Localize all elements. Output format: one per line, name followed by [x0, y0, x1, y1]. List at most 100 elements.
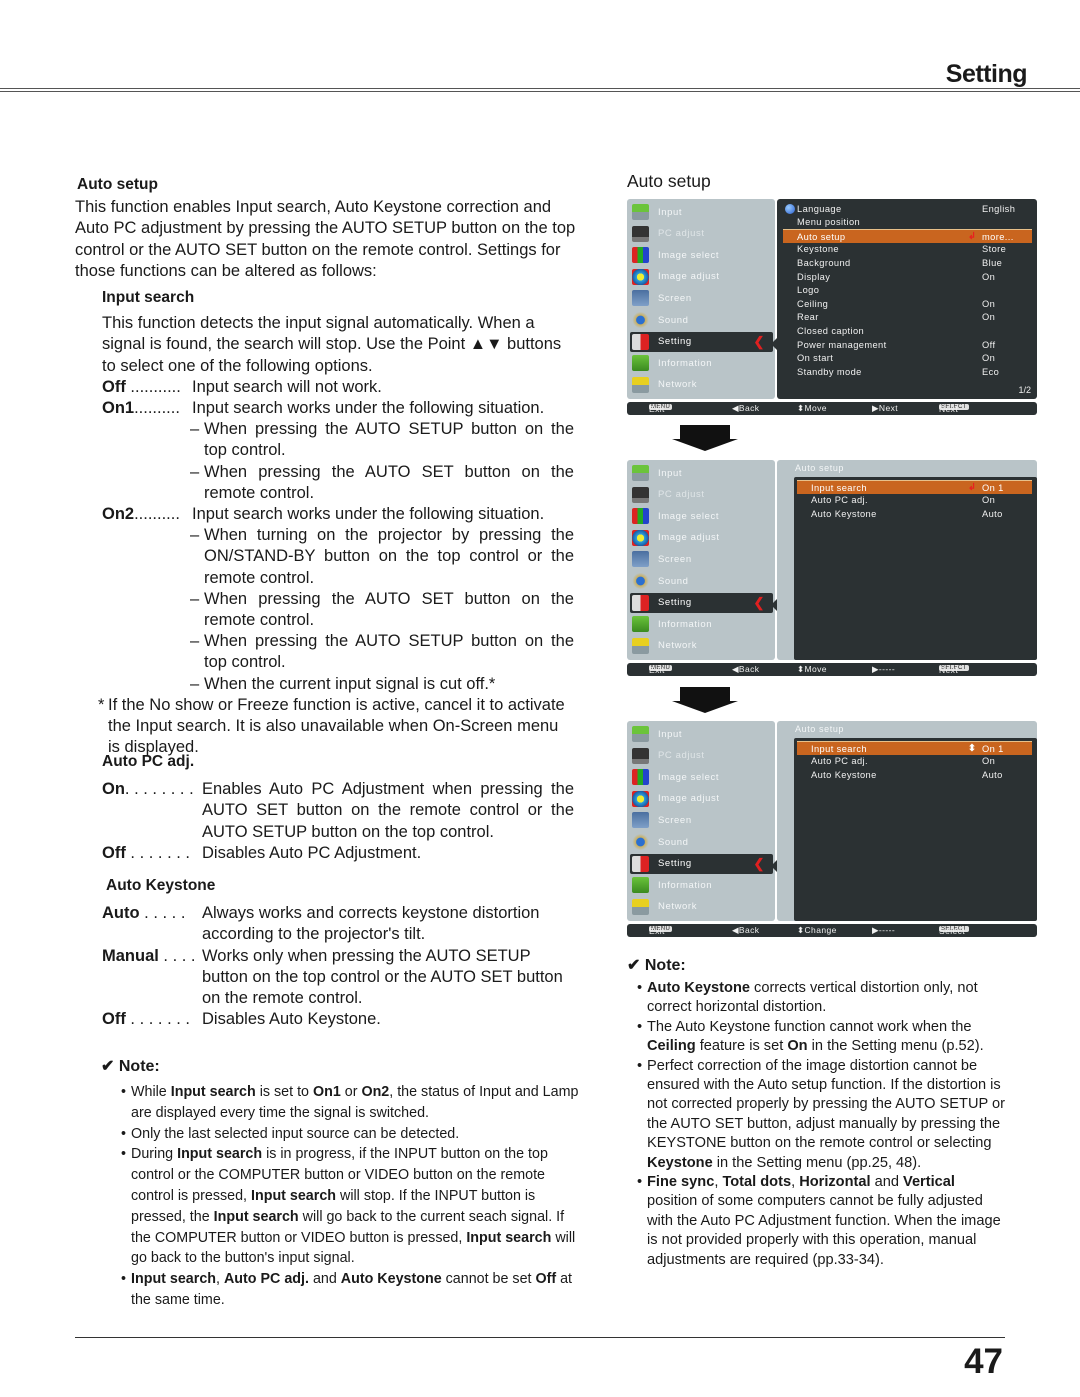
setting-label: Standby mode — [797, 366, 862, 377]
osd-menu-image-select[interactable]: Image select — [630, 767, 773, 787]
setting-row[interactable]: Closed caption — [783, 324, 1032, 337]
setting-row[interactable]: Language English — [783, 202, 1032, 215]
osd-menu-sound[interactable]: Sound — [630, 832, 773, 852]
back-hint[interactable]: ◀Back — [732, 403, 759, 414]
osd-menu-pc-adjust[interactable]: PC adjust — [630, 746, 773, 766]
text-run: and — [870, 1174, 904, 1191]
setting-row[interactable]: Rear On — [783, 311, 1032, 324]
auto-setup-value: Auto — [982, 769, 1003, 780]
check-icon: ✔ — [101, 1058, 115, 1075]
osd-menu-input[interactable]: Input — [630, 463, 773, 483]
dash-mark: – — [190, 462, 200, 481]
submenu-title: Auto setup — [795, 463, 845, 473]
osd-menu-pc-adjust[interactable]: PC adjust — [630, 224, 773, 244]
osd-menu-image-adjust[interactable]: Image adjust — [630, 528, 773, 548]
information-icon — [632, 355, 649, 372]
osd-menu-network[interactable]: Network — [630, 636, 773, 656]
next-hint[interactable]: ▶Next — [872, 403, 898, 414]
auto-setup-row[interactable]: Input search ⬍ On 1 — [797, 741, 1032, 755]
exit-label: Exit — [649, 926, 665, 936]
setting-row[interactable]: Auto setup ↲ more... — [783, 229, 1032, 244]
osd-menu-network[interactable]: Network — [630, 897, 773, 917]
image-select-icon — [632, 247, 649, 264]
setting-row[interactable]: Background Blue — [783, 256, 1032, 269]
option-row: On. . . . . . . . Enables Auto PC Adjustm… — [102, 779, 574, 843]
information-icon — [632, 616, 649, 633]
auto-pc-adj-options: On. . . . . . . . Enables Auto PC Adjustm… — [102, 779, 574, 864]
text-run: , — [791, 1174, 800, 1191]
setting-row[interactable]: Logo — [783, 284, 1032, 297]
auto-setup-label: Auto PC adj. — [811, 756, 868, 767]
auto-setup-row[interactable]: Input search ↲ On 1 — [797, 480, 1032, 494]
osd-menu-setting[interactable]: Setting ❮ — [630, 592, 773, 613]
text-run: in the Setting menu (p.52). — [807, 1038, 984, 1055]
setting-label: Rear — [797, 312, 819, 323]
setting-row[interactable]: On start On — [783, 352, 1032, 365]
bold-term: Input search — [466, 1229, 552, 1246]
option-row: Auto . . . . . Always works and corrects… — [102, 903, 574, 945]
setting-value: On — [982, 312, 996, 323]
option-desc: Input search works under the following s… — [192, 399, 545, 418]
bold-term: Horizontal — [799, 1174, 871, 1191]
auto-setup-row[interactable]: Auto Keystone Auto — [797, 507, 1032, 520]
auto-setup-row[interactable]: Auto PC adj. On — [797, 494, 1032, 507]
auto-setup-row[interactable]: Auto PC adj. On — [797, 755, 1032, 768]
osd-menu-image-adjust[interactable]: Image adjust — [630, 789, 773, 809]
back-hint[interactable]: ◀Back — [732, 664, 759, 675]
osd-menu-label: Setting — [658, 597, 692, 609]
text-run: position of some computers cannot be ful… — [647, 1193, 1001, 1268]
auto-setup-row[interactable]: Auto Keystone Auto — [797, 768, 1032, 781]
osd-menu-setting[interactable]: Setting ❮ — [630, 853, 773, 874]
osd-menu-input[interactable]: Input — [630, 202, 773, 222]
osd-menu-image-select[interactable]: Image select — [630, 245, 773, 265]
setting-row[interactable]: Menu position — [783, 216, 1032, 229]
osd-menu-setting[interactable]: Setting ❮ — [630, 331, 773, 352]
osd-menu-pc-adjust[interactable]: PC adjust — [630, 485, 773, 505]
osd-menu-input[interactable]: Input — [630, 724, 773, 744]
next-hint[interactable]: ▶----- — [872, 664, 895, 675]
osd-menu-information[interactable]: Information — [630, 614, 773, 634]
setting-row[interactable]: Display On — [783, 270, 1032, 283]
setting-row[interactable]: Ceiling On — [783, 297, 1032, 310]
move-hint[interactable]: ⬍Move — [797, 403, 827, 414]
option-term: Off . . . . . . . — [102, 843, 202, 864]
note-text: While Input search is set to On1 or On2,… — [131, 1082, 581, 1124]
osd-menu-network[interactable]: Network — [630, 375, 773, 395]
network-icon — [632, 898, 649, 915]
pc-adjust-icon — [632, 225, 649, 242]
osd-menu-screen[interactable]: Screen — [630, 549, 773, 569]
osd-menu-information[interactable]: Information — [630, 875, 773, 895]
dash-mark: – — [190, 632, 200, 651]
next-hint[interactable]: ▶----- — [872, 925, 895, 936]
osd-menu-information[interactable]: Information — [630, 353, 773, 373]
network-icon — [632, 376, 649, 393]
back-hint[interactable]: ◀Back — [732, 925, 759, 936]
bold-term: Input search — [131, 1271, 217, 1288]
osd-menu-image-adjust[interactable]: Image adjust — [630, 267, 773, 287]
osd-menu-screen[interactable]: Screen — [630, 810, 773, 830]
text-run: During — [131, 1146, 178, 1163]
osd-menu-label: Network — [658, 640, 698, 652]
setting-row[interactable]: Standby mode Eco — [783, 365, 1032, 378]
option-subitem: – When pressing the AUTO SET button on th… — [190, 589, 574, 631]
bold-term: Ceiling — [647, 1038, 696, 1055]
text-run: in the Setting menu (pp.25, 48). — [712, 1154, 922, 1171]
auto-setup-label: Input search — [811, 482, 867, 493]
left-note: ✔ Note: • While Input search is set to On… — [101, 1056, 581, 1311]
move-hint[interactable]: ⬍Move — [797, 664, 827, 675]
osd-menu-screen[interactable]: Screen — [630, 288, 773, 308]
osd-menu-sound[interactable]: Sound — [630, 571, 773, 591]
setting-row[interactable]: Power management Off — [783, 338, 1032, 351]
screen-icon — [632, 290, 649, 307]
setting-label: Display — [797, 271, 831, 282]
setting-value: Off — [982, 339, 996, 350]
osd-guide-bar: MENU Exit ◀Back ⬍Change ▶----- SELECT Select — [627, 924, 1037, 937]
move-hint[interactable]: ⬍Change — [797, 925, 837, 936]
option-subitem: – When pressing the AUTO SETUP button on … — [190, 419, 574, 461]
setting-row[interactable]: Keystone Store — [783, 243, 1032, 256]
osd-menu-sound[interactable]: Sound — [630, 310, 773, 330]
image-select-icon — [632, 508, 649, 525]
osd-menu-image-select[interactable]: Image select — [630, 506, 773, 526]
bold-term: On1 — [312, 1084, 341, 1100]
option-subitem: – When pressing the AUTO SET button on th… — [190, 462, 574, 504]
